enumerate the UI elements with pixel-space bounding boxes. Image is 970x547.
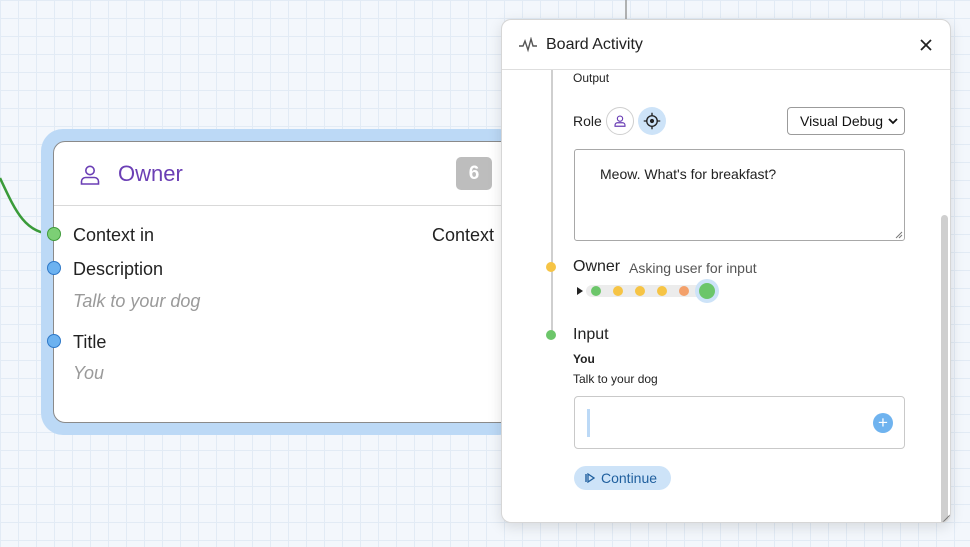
plus-icon: + [878, 413, 888, 432]
title-port[interactable] [47, 334, 61, 348]
title-value[interactable]: You [73, 363, 104, 384]
board-activity-panel: Board Activity Output Role Visual Debug [501, 19, 951, 523]
owner-step-label: Owner [573, 258, 621, 275]
add-part-button[interactable]: + [873, 413, 893, 433]
role-user-button[interactable] [606, 107, 634, 135]
chevron-down-icon [888, 118, 898, 125]
continue-button[interactable]: Continue [574, 466, 671, 490]
context-out-label: Context [432, 225, 495, 245]
view-mode-select[interactable]: Visual Debug [787, 107, 905, 135]
output-message-textarea[interactable]: Meow. What's for breakfast? [574, 149, 905, 241]
input-description: Talk to your dog [573, 372, 658, 386]
expand-triangle-icon[interactable] [577, 287, 583, 295]
user-input-field[interactable]: + [574, 396, 905, 449]
person-icon [614, 115, 626, 127]
description-value[interactable]: Talk to your dog [73, 291, 200, 312]
owner-timeline-dot [546, 262, 556, 272]
run-step-dot[interactable] [613, 286, 623, 296]
output-label: Output [573, 71, 610, 85]
text-cursor [587, 409, 590, 437]
role-label: Role [573, 113, 602, 129]
run-step-dot[interactable] [591, 286, 601, 296]
context-in-port[interactable] [47, 227, 61, 241]
input-title: You [573, 352, 595, 366]
current-run-step-dot[interactable] [699, 283, 715, 299]
activity-pulse-icon [519, 37, 537, 53]
continue-label: Continue [601, 470, 658, 486]
owner-step-status: Asking user for input [629, 260, 757, 276]
node-header[interactable]: Owner 6 [54, 142, 512, 206]
run-step-dot[interactable] [679, 286, 689, 296]
node-title: Owner [118, 161, 183, 186]
continue-icon [585, 473, 595, 483]
panel-title: Board Activity [546, 36, 643, 53]
target-icon [643, 112, 661, 130]
panel-scrollbar[interactable] [941, 215, 948, 522]
output-message-text: Meow. What's for breakfast? [600, 166, 777, 182]
run-step-dot[interactable] [657, 286, 667, 296]
input-timeline-dot [546, 330, 556, 340]
panel-header: Board Activity [502, 20, 950, 70]
description-port[interactable] [47, 261, 61, 275]
owner-node[interactable]: Owner 6 Context in Context Description T… [53, 141, 513, 423]
description-label: Description [73, 259, 164, 279]
person-icon [80, 165, 100, 185]
resize-handle-icon[interactable] [895, 231, 903, 239]
title-label: Title [73, 332, 107, 352]
panel-resize-icon[interactable] [941, 514, 951, 523]
input-step-label: Input [573, 326, 609, 343]
timeline-line [551, 70, 553, 335]
view-mode-value: Visual Debug [800, 113, 884, 129]
context-in-label: Context in [73, 225, 155, 245]
node-badge: 6 [456, 157, 492, 190]
run-step-dot[interactable] [635, 286, 645, 296]
close-icon[interactable] [916, 35, 936, 55]
role-debug-button[interactable] [638, 107, 666, 135]
